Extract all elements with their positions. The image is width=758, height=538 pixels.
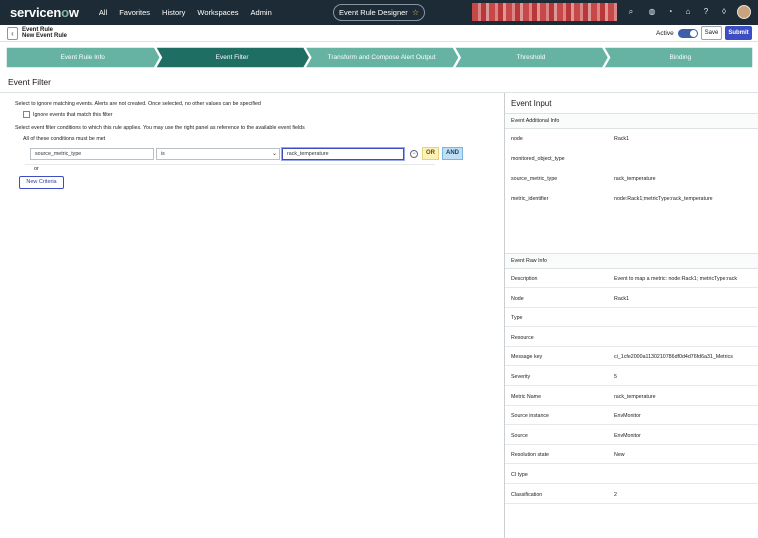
designer-title: Event Rule Designer [339,8,408,17]
field-key: monitored_object_type [511,156,565,162]
raw-info-row: Description Event to map a metric: node:R… [505,269,758,288]
raw-info-row: Resource [505,328,758,347]
raw-info-row: Node Rack1 [505,289,758,308]
help-circle-icon[interactable]: ◔ [665,7,675,17]
ignore-events-checkbox[interactable] [23,111,30,118]
field-key: metric_identifier [511,196,549,202]
raw-info-row: Resolution state New [505,445,758,465]
submit-button[interactable]: Submit [725,26,752,40]
help-icon[interactable]: ? [701,7,711,17]
condition-field-value: source_metric_type [35,151,82,157]
raw-info-row: Metric Name rack_temperature [505,387,758,406]
field-key: Metric Name [511,393,542,400]
field-key: Description [511,276,538,282]
field-value: EnvMonitor [614,432,641,439]
field-value: Rack1 [614,136,630,142]
or-separator-label: or [34,166,39,172]
chevron-left-icon: ‹ [11,29,14,38]
raw-info-row: Message key ci_1cfe2000a1130210786df0d4d7… [505,347,758,367]
raw-info-row: Source EnvMonitor [505,426,758,445]
redacted-region [472,3,617,21]
back-button[interactable]: ‹ [7,27,18,40]
nav-history[interactable]: History [162,8,185,17]
raw-info-row: Source instance EnvMonitor [505,406,758,426]
search-icon[interactable]: ⌕ [626,7,636,17]
field-value: rack_temperature [614,176,656,182]
field-key: Resolution state [511,452,549,459]
new-criteria-button[interactable]: New Criteria [19,176,64,189]
bell-icon[interactable]: ◊ [719,7,729,17]
condition-operator-select[interactable]: is ⌄ [156,148,280,160]
breadcrumb-secondary: New Event Rule [22,33,68,39]
additional-info-row: monitored_object_type [505,149,758,168]
record-header: ‹ Event Rule New Event Rule Active Save … [0,25,758,42]
field-key: Source instance [511,413,549,420]
top-navigation-bar: servicenow All Favorites History Workspa… [0,0,758,25]
additional-info-row: source_metric_type rack_temperature [505,169,758,188]
raw-info-row: Severity 5 [505,367,758,386]
condition-value-text: rack_temperature [287,151,329,157]
divider [25,164,435,165]
field-key: Message key [511,354,543,361]
conditions-hint: Select event filter conditions to which … [15,125,305,131]
nav-all[interactable]: All [99,8,107,17]
field-value: Rack1 [614,295,630,302]
field-key: Node [511,295,524,302]
field-key: Source [511,432,528,439]
step-3-label[interactable]: Transform and Compose Alert Output [309,47,454,68]
field-key: Type [511,315,523,322]
nav-admin[interactable]: Admin [251,8,272,17]
step-5-label[interactable]: Binding [608,47,753,68]
ignore-hint: Select to ignore matching events. Alerts… [15,101,261,107]
condition-field-select[interactable]: source_metric_type [30,148,154,160]
all-conditions-label: All of these conditions must be met [23,136,106,142]
nav-favorites[interactable]: Favorites [119,8,150,17]
field-key: CI type [511,472,528,478]
designer-title-pill[interactable]: Event Rule Designer ☆ [333,4,425,21]
raw-info-header: Event Raw Info [505,253,758,269]
event-input-title: Event Input [511,99,552,108]
field-value: rack_temperature [614,393,656,400]
remove-condition-icon[interactable]: − [410,150,418,158]
active-toggle[interactable] [678,29,698,38]
raw-info-row: CI type [505,465,758,484]
active-label: Active [656,30,674,37]
servicenow-logo[interactable]: servicenow [10,5,79,20]
save-button[interactable]: Save [701,26,722,40]
event-input-panel: Event Input Event Additional Info node Ra… [504,93,758,538]
additional-info-row: node Rack1 [505,129,758,148]
step-4-label[interactable]: Threshold [458,47,603,68]
or-button[interactable]: OR [422,147,439,160]
field-value: Event to map a metric: node:Rack1; metri… [614,276,738,282]
condition-value-input[interactable]: rack_temperature [282,148,404,160]
additional-info-row: metric_identifier node:Rack1;metricType:r… [505,189,758,208]
chevron-down-icon: ⌄ [271,151,277,157]
field-value: EnvMonitor [614,413,641,420]
chat-icon[interactable]: ⌂ [683,7,693,17]
field-value: ci_1cfe2000a1130210786df0d4d76fd6a31_Met… [614,354,733,361]
step-2-label[interactable]: Event Filter [159,47,304,68]
condition-operator-value: is [161,151,165,157]
nav-workspaces[interactable]: Workspaces [197,8,238,17]
section-title: Event Filter [8,77,51,87]
step-1-label[interactable]: Event Rule Info [10,47,155,68]
field-key: node [511,136,523,142]
star-icon[interactable]: ☆ [412,8,419,17]
field-value: node:Rack1;metricType:rack_temperature [614,196,713,202]
field-key: Resource [511,334,534,341]
avatar[interactable] [737,5,751,19]
and-button[interactable]: AND [442,147,463,160]
field-value: New [614,452,625,459]
globe-icon[interactable]: ◍ [647,7,657,17]
field-key: Classification [511,491,543,498]
field-key: Severity [511,374,531,380]
raw-info-row: Type [505,308,758,328]
additional-info-header: Event Additional Info [505,113,758,129]
field-value: 5 [614,374,617,380]
field-value: 2 [614,491,617,498]
raw-info-row: Classification 2 [505,485,758,504]
ignore-events-label[interactable]: Ignore events that match this filter [33,112,113,118]
field-key: source_metric_type [511,176,558,182]
